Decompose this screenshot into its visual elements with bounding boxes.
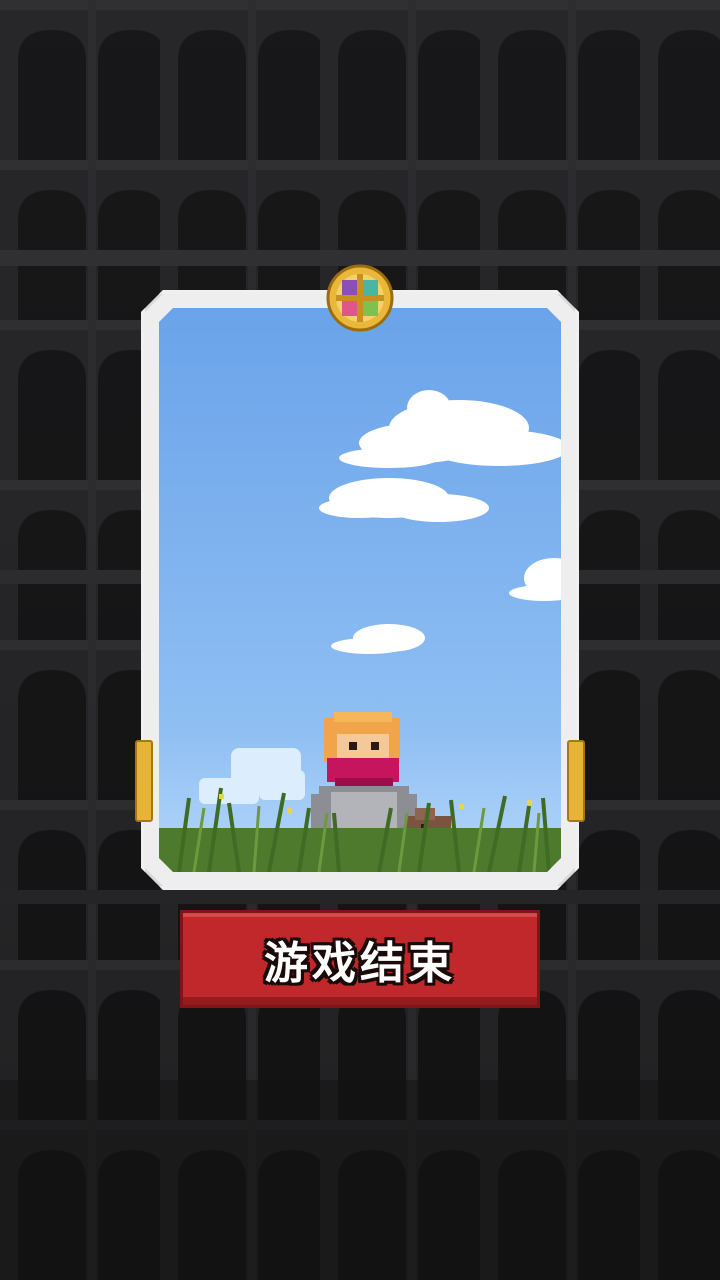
game-over-button[interactable]: 游戏结束	[180, 910, 540, 1008]
character-card	[135, 264, 585, 890]
game-over-label: 游戏结束	[264, 938, 456, 989]
card-side-tab-left	[135, 740, 153, 822]
card-art	[159, 308, 561, 872]
card-side-tab-right	[567, 740, 585, 822]
compass-emblem-icon	[326, 264, 394, 332]
